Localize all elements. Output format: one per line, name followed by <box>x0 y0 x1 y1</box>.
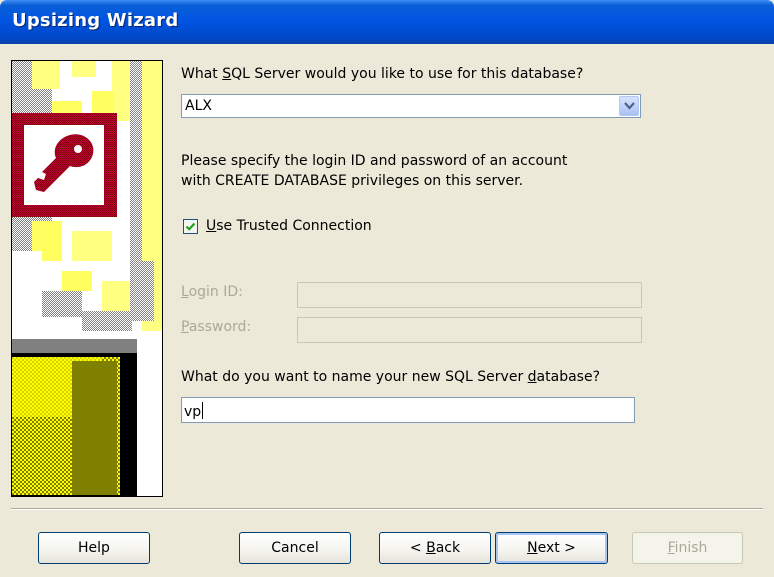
server-select-value: ALX <box>185 98 212 114</box>
wizard-illustration <box>11 60 163 497</box>
text-caret <box>202 402 204 419</box>
trusted-connection-checkbox[interactable] <box>183 219 198 234</box>
title-bar[interactable]: Upsizing Wizard <box>0 0 774 44</box>
next-button[interactable]: Next > <box>495 532 608 564</box>
chevron-down-icon <box>624 102 635 110</box>
dropdown-button[interactable] <box>619 96 639 116</box>
server-question-label: What SQL Server would you like to use fo… <box>181 66 584 82</box>
help-button[interactable]: Help <box>38 532 150 564</box>
login-id-label: Login ID: <box>181 284 243 300</box>
login-id-field[interactable] <box>297 282 642 308</box>
password-field[interactable] <box>297 317 642 343</box>
trusted-connection-label[interactable]: Use Trusted Connection <box>206 218 372 234</box>
login-instructions-line2: with CREATE DATABASE privileges on this … <box>181 173 524 189</box>
finish-button[interactable]: Finish <box>632 532 743 564</box>
database-question-label: What do you want to name your new SQL Se… <box>181 369 600 385</box>
checkmark-icon <box>185 222 196 231</box>
database-name-value: vp <box>184 402 204 420</box>
login-instructions-line1: Please specify the login ID and password… <box>181 153 568 169</box>
password-label: Password: <box>181 319 252 335</box>
window-title: Upsizing Wizard <box>12 10 179 31</box>
separator-highlight <box>11 509 763 510</box>
server-select[interactable]: ALX <box>181 94 641 118</box>
back-button[interactable]: < Back <box>379 532 491 564</box>
database-name-field[interactable]: vp <box>181 397 635 423</box>
cancel-button[interactable]: Cancel <box>239 532 351 564</box>
